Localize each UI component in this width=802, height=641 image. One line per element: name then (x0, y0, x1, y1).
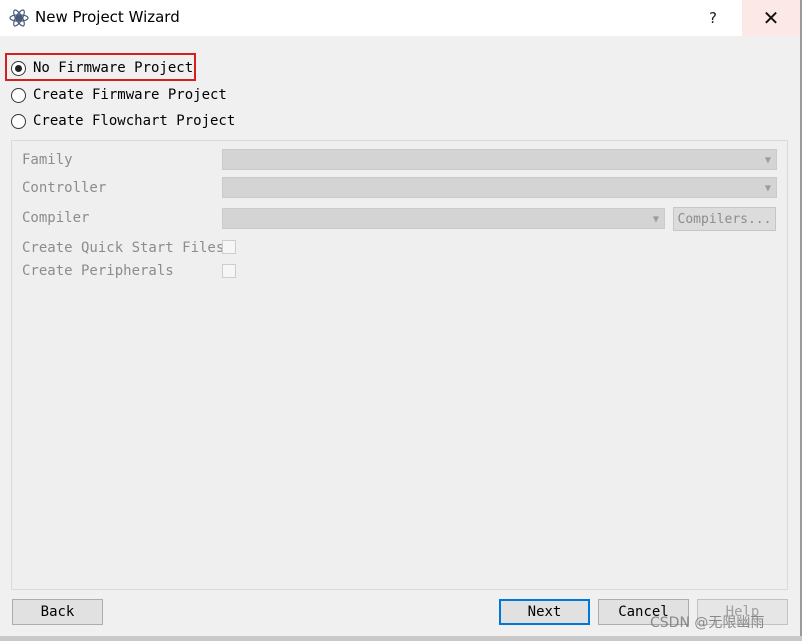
close-button[interactable]: ✕ (742, 0, 800, 36)
radio-create-firmware[interactable]: Create Firmware Project (11, 85, 227, 105)
compilers-button[interactable]: Compilers... (673, 207, 776, 231)
controller-select[interactable]: ▼ (222, 177, 777, 198)
window-title: New Project Wizard (35, 8, 180, 26)
radio-no-firmware[interactable]: No Firmware Project (11, 58, 193, 78)
compiler-label: Compiler (22, 210, 90, 226)
radio-button[interactable] (11, 87, 26, 103)
quick-start-label: Create Quick Start Files (22, 240, 225, 256)
window-border-bottom (0, 636, 802, 641)
radio-label: Create Firmware Project (33, 87, 227, 103)
chevron-down-icon: ▼ (652, 214, 659, 223)
radio-label: No Firmware Project (33, 60, 194, 76)
family-label: Family (22, 152, 73, 168)
peripherals-checkbox[interactable] (222, 264, 236, 278)
close-icon: ✕ (762, 6, 780, 30)
chevron-down-icon: ▼ (764, 155, 771, 164)
controller-label: Controller (22, 180, 107, 196)
title-bar: New Project Wizard ? ✕ (0, 0, 802, 36)
compiler-select[interactable]: ▼ (222, 208, 665, 229)
next-button[interactable]: Next (499, 599, 590, 625)
radio-button[interactable] (11, 113, 26, 129)
peripherals-label: Create Peripherals (22, 263, 174, 279)
radio-label: Create Flowchart Project (33, 113, 236, 129)
radio-create-flowchart[interactable]: Create Flowchart Project (11, 111, 235, 131)
chevron-down-icon: ▼ (764, 183, 771, 192)
back-button[interactable]: Back (12, 599, 103, 625)
family-select[interactable]: ▼ (222, 149, 777, 170)
quick-start-checkbox[interactable] (222, 240, 236, 254)
title-help-button[interactable]: ? (686, 0, 740, 36)
app-icon (9, 9, 29, 27)
radio-button-checked[interactable] (11, 60, 26, 76)
watermark: CSDN @无限幽雨 (650, 615, 765, 631)
